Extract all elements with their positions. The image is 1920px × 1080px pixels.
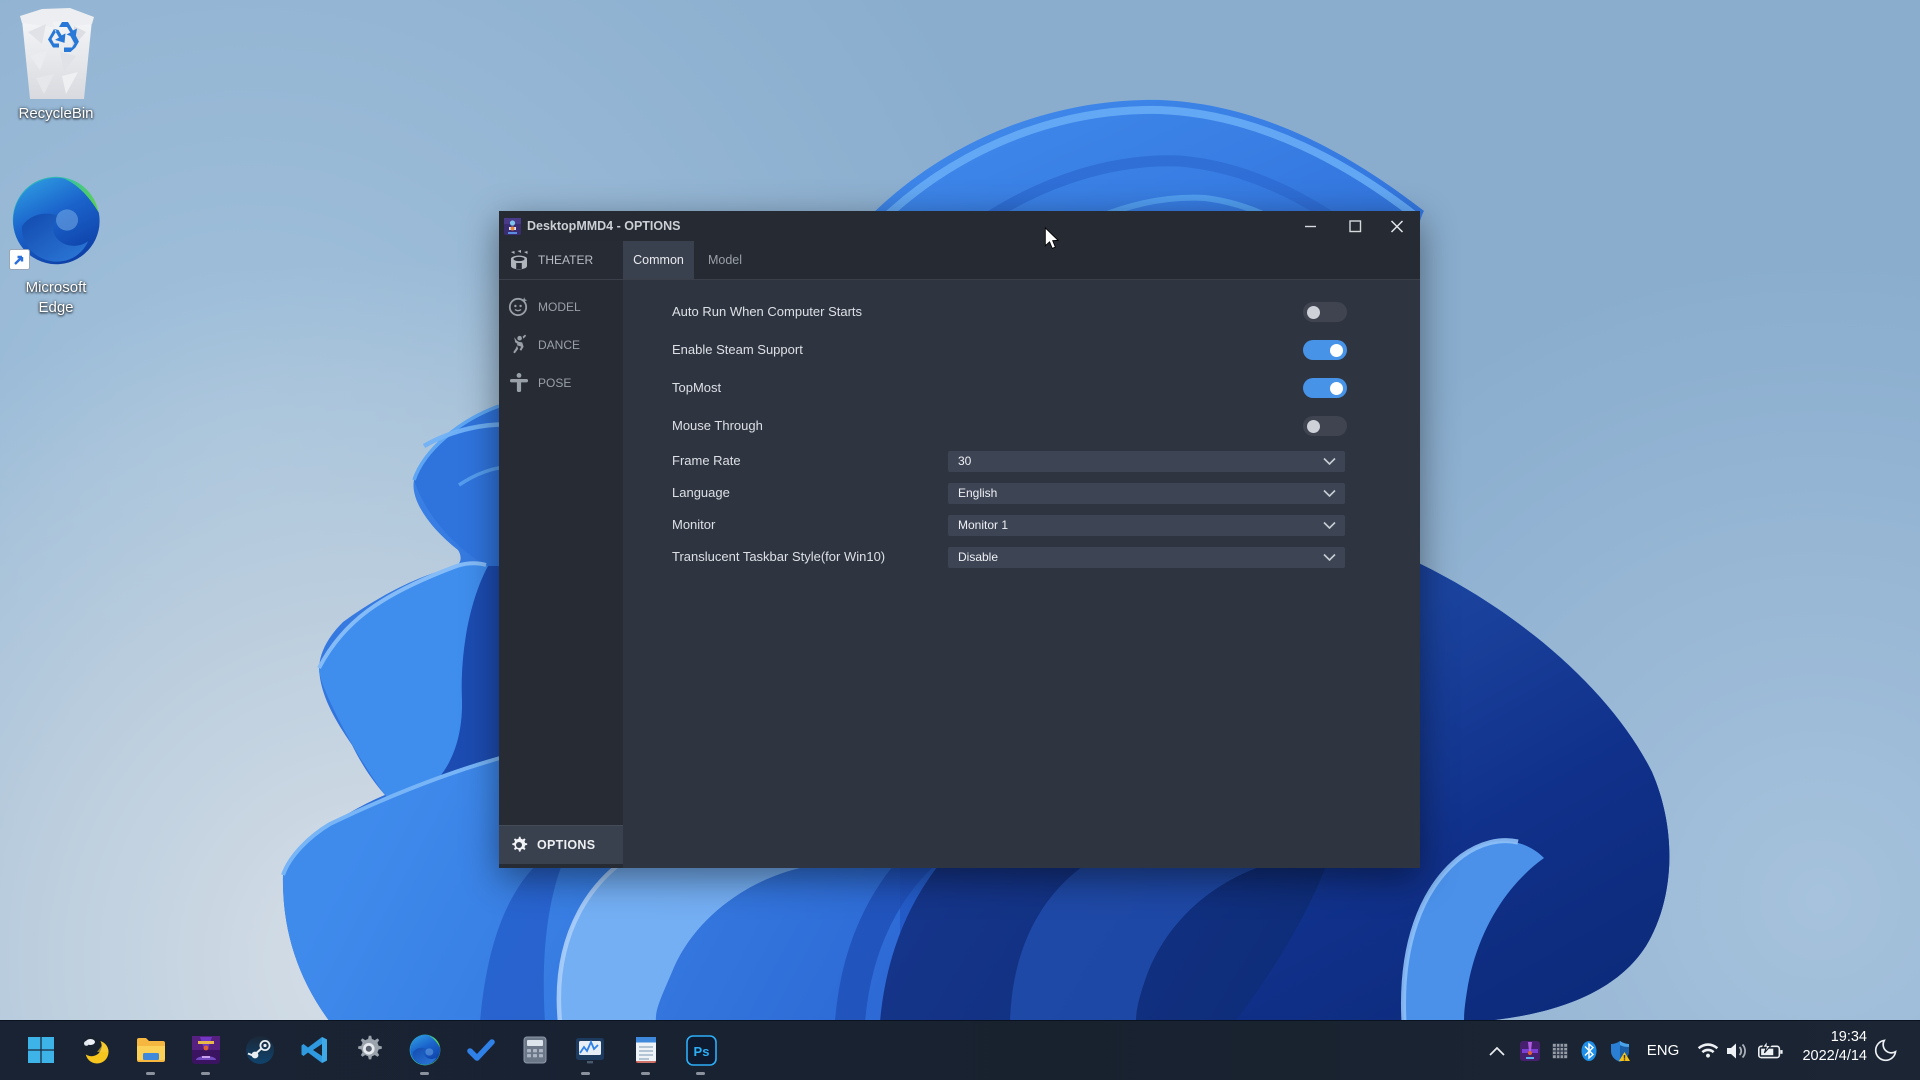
svg-text:Ps: Ps bbox=[693, 1044, 709, 1059]
